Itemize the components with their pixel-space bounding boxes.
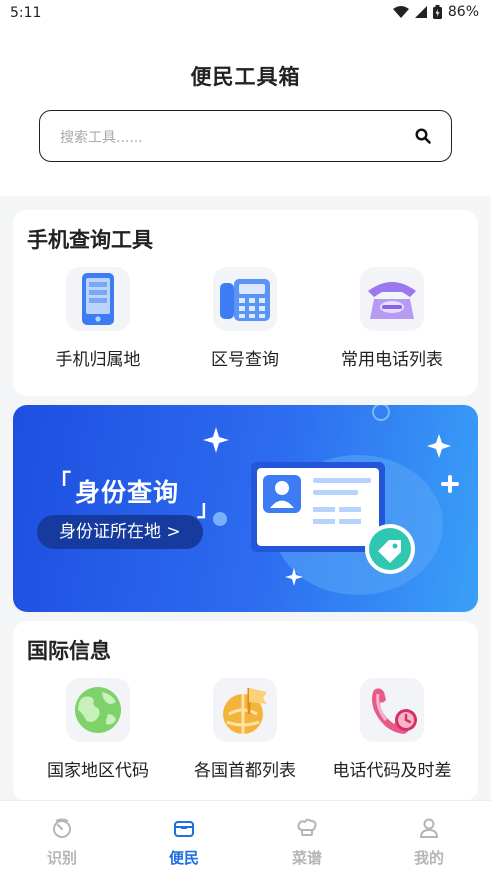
page-title: 便民工具箱 bbox=[190, 65, 301, 89]
search-icon[interactable] bbox=[415, 128, 431, 144]
battery-level: 86% bbox=[447, 4, 479, 20]
tab-label: 菜谱 bbox=[291, 849, 322, 867]
fax-icon bbox=[213, 267, 277, 331]
tab-label: 我的 bbox=[413, 849, 444, 867]
tool-phone-location[interactable]: 手机归属地 bbox=[23, 267, 173, 370]
header: 便民工具箱 搜索工具...... bbox=[0, 28, 491, 196]
tool-capitals[interactable]: 各国首都列表 bbox=[170, 678, 320, 781]
telephone-icon bbox=[360, 267, 424, 331]
phone-tools-card: 手机查询工具 手机归属地 区号查询 常用电话列表 bbox=[13, 210, 478, 396]
phone-tools-title: 手机查询工具 bbox=[27, 228, 153, 252]
phone-icon bbox=[66, 267, 130, 331]
chef-hat-icon bbox=[297, 818, 317, 836]
id-query-banner[interactable]: 「 身份查询 」 身份证所在地 > bbox=[13, 405, 478, 612]
tool-label: 手机归属地 bbox=[55, 350, 141, 370]
tab-recipes[interactable]: 菜谱 bbox=[267, 817, 347, 868]
wifi-icon bbox=[392, 6, 409, 18]
intl-info-title: 国际信息 bbox=[27, 639, 111, 663]
bottom-tab-bar: 识别 便民 菜谱 我的 bbox=[0, 800, 491, 873]
signal-icon bbox=[414, 6, 427, 18]
battery-icon bbox=[432, 5, 442, 19]
search-placeholder: 搜索工具...... bbox=[60, 130, 143, 146]
tool-label: 常用电话列表 bbox=[341, 350, 443, 370]
user-icon bbox=[419, 818, 439, 838]
tab-profile[interactable]: 我的 bbox=[389, 817, 469, 868]
flag-globe-icon bbox=[213, 678, 277, 742]
intl-info-card: 国际信息 国家地区代码 各国首都列表 电话代码及时差 bbox=[13, 621, 478, 801]
phone-clock-icon bbox=[360, 678, 424, 742]
tool-label: 各国首都列表 bbox=[194, 761, 296, 781]
status-time: 5:11 bbox=[10, 5, 42, 21]
status-bar: 5:11 86% bbox=[0, 0, 491, 28]
search-input[interactable]: 搜索工具...... bbox=[39, 110, 452, 162]
globe-icon bbox=[66, 678, 130, 742]
bracket-left: 「 bbox=[49, 471, 72, 496]
bracket-right: 」 bbox=[197, 497, 220, 522]
tool-country-code[interactable]: 国家地区代码 bbox=[23, 678, 173, 781]
tool-label: 国家地区代码 bbox=[47, 761, 149, 781]
tab-convenience[interactable]: 便民 bbox=[144, 817, 224, 868]
timer-icon bbox=[53, 818, 71, 838]
tool-phone-timezone[interactable]: 电话代码及时差 bbox=[317, 678, 467, 781]
toolbox-icon bbox=[174, 821, 194, 837]
tab-label: 识别 bbox=[46, 849, 77, 867]
tab-identify[interactable]: 识别 bbox=[22, 817, 102, 868]
id-location-button[interactable]: 身份证所在地 > bbox=[37, 515, 203, 549]
tab-label: 便民 bbox=[168, 849, 199, 867]
tool-label: 电话代码及时差 bbox=[332, 761, 452, 781]
banner-title: 身份查询 bbox=[75, 478, 180, 507]
tool-common-phones[interactable]: 常用电话列表 bbox=[317, 267, 467, 370]
status-icons: 86% bbox=[392, 4, 479, 20]
tool-area-code[interactable]: 区号查询 bbox=[170, 267, 320, 370]
tool-label: 区号查询 bbox=[211, 350, 279, 370]
